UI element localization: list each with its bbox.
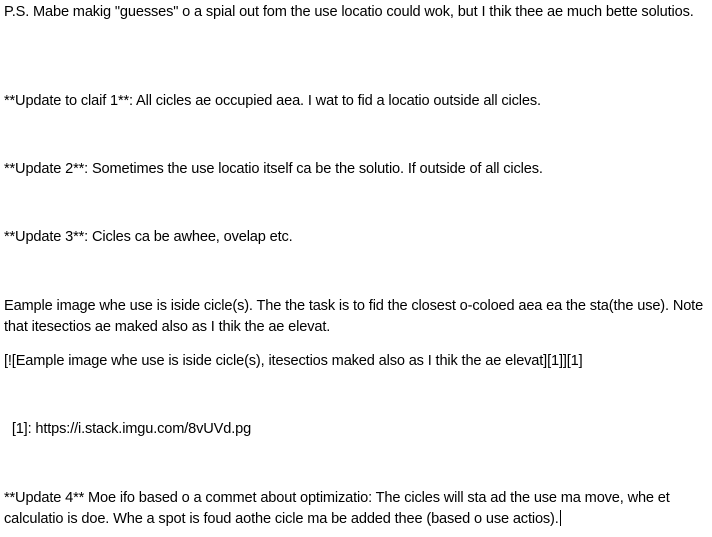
paragraph-update-4-text: **Update 4** Moe ifo based o a commet ab… — [4, 490, 674, 527]
document-body[interactable]: P.S. Mabe makig "guesses" o a spial out … — [0, 0, 712, 537]
paragraph-update-3: **Update 3**: Cicles ca be awhee, ovelap… — [4, 229, 293, 245]
paragraph-example-image-description: Eample image whe use is iside cicle(s). … — [4, 298, 707, 335]
paragraph-ps-note: P.S. Mabe makig "guesses" o a spial out … — [4, 4, 694, 20]
text-cursor — [559, 510, 561, 526]
paragraph-image-markdown: [![Eample image whe use is iside cicle(s… — [4, 353, 583, 369]
paragraph-update-2: **Update 2**: Sometimes the use locatio … — [4, 161, 543, 177]
paragraph-update-clarify-1: **Update to claif 1**: All cicles ae occ… — [4, 93, 541, 109]
paragraph-link-reference: [1]: https://i.stack.imgu.com/8vUVd.pg — [4, 421, 252, 437]
paragraph-update-4: **Update 4** Moe ifo based o a commet ab… — [4, 488, 710, 530]
